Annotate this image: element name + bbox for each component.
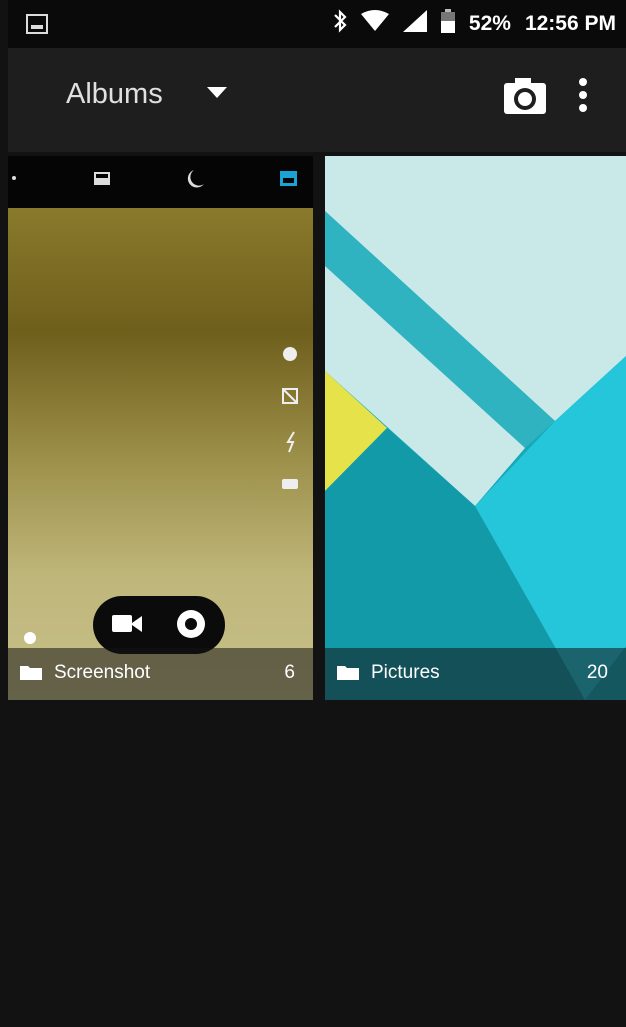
album-tile-pictures[interactable]: Pictures 20 [325, 156, 626, 700]
dropdown-arrow-icon [206, 86, 227, 104]
wifi-icon [360, 10, 389, 38]
album-tile-screenshot[interactable]: Screenshot 6 [8, 156, 313, 700]
more-vert-icon[interactable] [578, 78, 588, 117]
album-caption-screenshot: Screenshot 6 [8, 648, 313, 700]
app-bar: Albums [8, 48, 626, 152]
image-notification-icon [26, 14, 48, 39]
album-count: 20 [586, 662, 608, 683]
page-title: Albums [66, 78, 163, 110]
album-thumbnail-screenshot [8, 156, 313, 700]
battery-percent: 52% [468, 12, 511, 35]
clock: 12:56 PM [524, 12, 616, 35]
camera-icon[interactable] [504, 78, 546, 119]
status-bar: 52% 12:56 PM [8, 0, 626, 48]
album-selector-dropdown[interactable]: Albums [66, 78, 227, 111]
status-icons: 52% 12:56 PM [333, 0, 616, 48]
folder-icon [337, 664, 359, 686]
battery-icon [440, 9, 455, 39]
album-count: 6 [284, 662, 295, 683]
album-thumbnail-pictures [325, 156, 626, 700]
album-name: Screenshot [54, 662, 151, 683]
folder-icon [20, 664, 42, 686]
album-name: Pictures [371, 662, 440, 683]
signal-icon [402, 10, 427, 38]
bluetooth-icon [333, 9, 347, 39]
album-caption-pictures: Pictures 20 [325, 648, 626, 700]
